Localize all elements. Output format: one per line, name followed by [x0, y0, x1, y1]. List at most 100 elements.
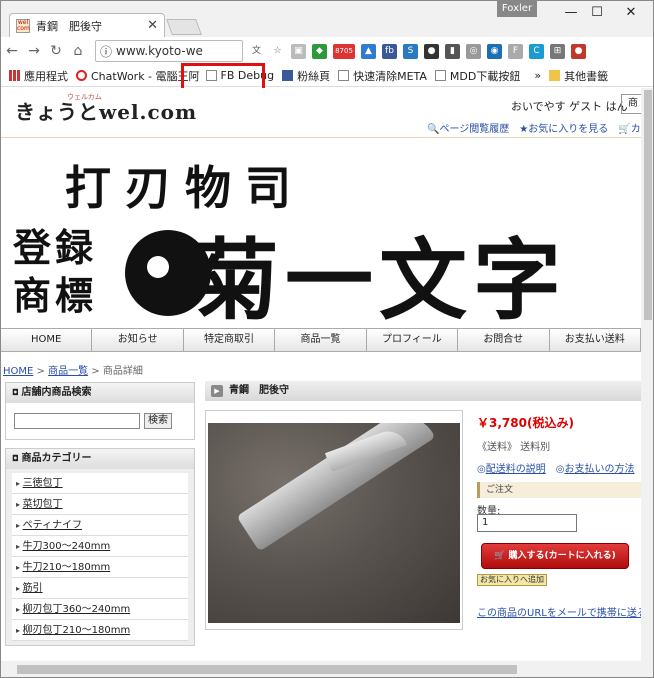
profile-user-badge[interactable]: Foxler: [497, 1, 537, 17]
brand-banner: 打刃物司 登録商標 菊一文字: [1, 138, 641, 326]
home-icon[interactable]: ⌂: [67, 43, 89, 59]
cart-icon: 🛒: [494, 551, 509, 561]
nav-news[interactable]: お知らせ: [92, 329, 184, 351]
close-window-icon[interactable]: ✕: [621, 5, 641, 20]
breadcrumb-list[interactable]: 商品一覧: [48, 366, 88, 377]
shipping-info-link[interactable]: 配送料の説明: [486, 464, 546, 475]
site-header: きょうとwel.com ウェルカム おいでやす ゲスト はん 商 🔍ページ閲覧履…: [1, 88, 641, 138]
extension-grid-icon[interactable]: ⊞: [550, 43, 565, 59]
facebook-ext-icon[interactable]: fb: [382, 43, 397, 59]
product-photo[interactable]: [208, 423, 460, 623]
search-box-title: 店舗内商品検索: [6, 383, 194, 403]
product-search-button[interactable]: 検索: [144, 413, 172, 429]
maximize-icon[interactable]: ☐: [587, 5, 607, 20]
product-photo-frame: [205, 410, 463, 630]
category-title: 商品カテゴリー: [6, 449, 194, 469]
bookmark-clear-meta[interactable]: 快速清除META: [338, 68, 427, 84]
info-icon[interactable]: ⓘ: [100, 43, 112, 60]
add-favorite-button[interactable]: お気に入りへ追加: [477, 574, 547, 586]
nav-profile[interactable]: プロフィール: [367, 329, 459, 351]
site-logo[interactable]: きょうとwel.com: [15, 96, 197, 125]
category-box: 商品カテゴリー 三徳包丁 菜切包丁 ペティナイフ 牛刀300～240mm 牛刀2…: [5, 448, 195, 646]
bookmark-mdd-download[interactable]: MDD下載按鈕: [434, 68, 520, 84]
quantity-input[interactable]: 1: [477, 514, 577, 532]
bookmark-fanpage[interactable]: 粉絲頁: [282, 68, 330, 84]
bookmarks-more[interactable]: »: [534, 69, 541, 82]
address-bar[interactable]: ⓘ www.kyoto-we: [95, 40, 243, 62]
extension-f-icon[interactable]: F: [508, 43, 523, 59]
horizontal-scrollbar[interactable]: [1, 661, 653, 677]
site-favicon-icon: wel com: [16, 18, 30, 33]
extension-blue-icon[interactable]: ▲: [361, 43, 376, 59]
extension-dark-icon[interactable]: ●: [424, 43, 439, 59]
extension-copy-icon[interactable]: ▣: [291, 43, 306, 59]
category-item[interactable]: 柳刃包丁210～180mm: [12, 620, 188, 641]
sidebar: 店舗内商品検索 検索 商品カテゴリー 三徳包丁 菜切包丁 ペティナイフ 牛刀30…: [5, 382, 195, 654]
extension-target-icon[interactable]: ◉: [487, 43, 502, 59]
breadcrumb: HOME > 商品一覧 > 商品詳細: [3, 366, 143, 377]
scroll-thumb[interactable]: [644, 90, 652, 320]
category-item[interactable]: 筋引: [12, 578, 188, 599]
product-search-input[interactable]: [14, 413, 140, 429]
star-bookmark-icon[interactable]: ☆: [270, 43, 285, 59]
tab-active[interactable]: wel com 青鋼 肥後守 ✕: [9, 13, 165, 37]
header-search-button[interactable]: 商: [621, 94, 641, 114]
category-item[interactable]: 三徳包丁: [12, 473, 188, 494]
product-price: ￥3,780(税込み): [477, 416, 574, 430]
extension-globe-icon[interactable]: ◎: [466, 43, 481, 59]
browser-toolbar: ← → ↻ ⌂ ⓘ www.kyoto-we 文 ☆ ▣ ◆ 8705 ▲ fb…: [1, 37, 653, 65]
close-tab-icon[interactable]: ✕: [147, 18, 158, 33]
minimize-icon[interactable]: —: [561, 5, 581, 20]
browser-window: wel com 青鋼 肥後守 ✕ Foxler — ☐ ✕ ← → ↻ ⌂ ⓘ w…: [0, 0, 654, 678]
header-links: 🔍ページ閲覧履歴 ★お気に入りを見る 🛒カー: [427, 120, 641, 135]
scroll-thumb[interactable]: [17, 665, 517, 674]
bookmark-apps[interactable]: 應用程式: [9, 68, 68, 84]
cart-link[interactable]: 🛒カー: [618, 120, 641, 135]
nav-products[interactable]: 商品一覧: [275, 329, 367, 351]
product-title: 青鋼 肥後守: [205, 381, 641, 401]
global-nav: HOME お知らせ 特定商取引 商品一覧 プロフィール お問合せ お支払い送料: [1, 328, 641, 352]
vertical-scrollbar[interactable]: [641, 88, 653, 661]
nav-payment[interactable]: お支払い送料: [550, 329, 641, 351]
add-to-cart-button[interactable]: 🛒 購入する(カートに入れる): [481, 543, 629, 569]
url-text: www.kyoto-we: [116, 44, 203, 58]
gmail-badge-icon[interactable]: 8705: [333, 43, 355, 59]
nav-home[interactable]: HOME: [1, 329, 93, 351]
nav-contact[interactable]: お問合せ: [458, 329, 550, 351]
translate-icon[interactable]: 文: [249, 43, 264, 59]
category-item[interactable]: 牛刀210～180mm: [12, 557, 188, 578]
welcome-text: おいでやす ゲスト はん: [511, 100, 628, 113]
category-item[interactable]: 菜切包丁: [12, 494, 188, 515]
back-icon[interactable]: ←: [1, 43, 23, 59]
category-item[interactable]: 柳刃包丁360～240mm: [12, 599, 188, 620]
search-box: 店舗内商品検索 検索: [5, 382, 195, 440]
page-icon: [338, 70, 350, 81]
payment-info-link[interactable]: お支払いの方法: [564, 464, 634, 475]
extension-s-icon[interactable]: S: [403, 43, 418, 59]
bookmark-ext-icon[interactable]: ▮: [445, 43, 460, 59]
tab-title: 青鋼 肥後守: [36, 19, 102, 33]
new-tab-button[interactable]: [166, 19, 202, 35]
mail-url-link[interactable]: この商品のURLをメールで携帯に送る: [477, 604, 641, 619]
extension-c-icon[interactable]: C: [529, 43, 544, 59]
category-item[interactable]: ペティナイフ: [12, 515, 188, 536]
banner-top-text: 打刃物司: [65, 161, 305, 215]
extension-red-icon[interactable]: ●: [571, 43, 586, 59]
extension-green-icon[interactable]: ◆: [312, 43, 327, 59]
nav-legal[interactable]: 特定商取引: [184, 329, 276, 351]
tab-strip: wel com 青鋼 肥後守 ✕ Foxler — ☐ ✕: [1, 1, 653, 37]
breadcrumb-home[interactable]: HOME: [3, 366, 33, 377]
info-links: ◎配送料の説明 ◎お支払いの方法: [477, 464, 635, 475]
category-item[interactable]: 牛刀300～240mm: [12, 536, 188, 557]
history-link[interactable]: 🔍ページ閲覧履歴: [427, 120, 509, 135]
bookmark-other-folder[interactable]: 其他書籤: [549, 68, 608, 84]
bookmarks-bar: 應用程式 ChatWork - 電腦王阿 FB Debug 粉絲頁 快速清除ME…: [1, 65, 653, 87]
web-page: きょうとwel.com ウェルカム おいでやす ゲスト はん 商 🔍ページ閲覧履…: [1, 88, 641, 661]
logo-ruby: ウェルカム: [67, 93, 102, 101]
favorites-link[interactable]: ★お気に入りを見る: [519, 120, 608, 135]
forward-icon[interactable]: →: [23, 43, 45, 59]
page-icon: [434, 70, 446, 81]
shipping-note: 《送料》 送料別: [477, 442, 551, 453]
apps-grid-icon: [9, 70, 20, 81]
reload-icon[interactable]: ↻: [45, 43, 67, 59]
